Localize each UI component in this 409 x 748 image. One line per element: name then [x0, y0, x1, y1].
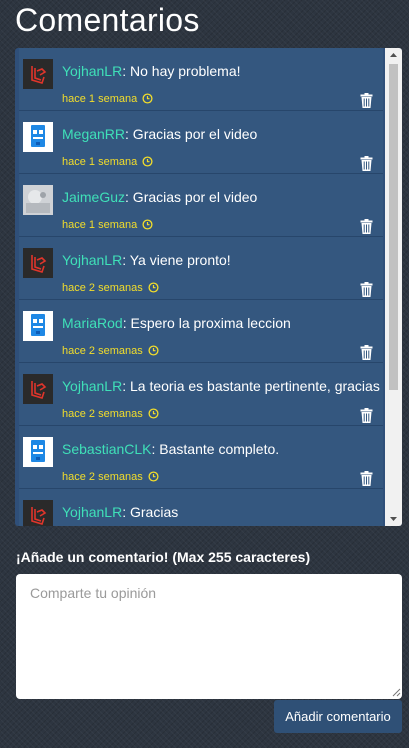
- comment-timestamp: hace 1 semana: [62, 93, 153, 105]
- clock-icon: [142, 93, 153, 104]
- comment-username[interactable]: YojhanLR: [62, 252, 122, 268]
- comment-item: YojhanLR: Gracias: [19, 489, 383, 526]
- clock-icon: [142, 156, 153, 167]
- comment-text: YojhanLR: No hay problema!: [62, 63, 241, 79]
- trash-icon[interactable]: [360, 156, 373, 171]
- clock-icon: [148, 282, 159, 293]
- resize-grip-icon[interactable]: [392, 688, 401, 697]
- comment-timestamp: hace 2 semanas: [62, 408, 159, 420]
- comment-body: : Gracias por el video: [125, 189, 258, 205]
- comment-timestamp: hace 2 semanas: [62, 471, 159, 483]
- comment-body: : Gracias: [122, 504, 179, 520]
- submit-comment-button[interactable]: Añadir comentario: [274, 700, 402, 733]
- avatar: [23, 59, 53, 89]
- clock-icon: [148, 345, 159, 356]
- comment-text: YojhanLR: La teoria es bastante pertinen…: [62, 378, 380, 394]
- comment-item: YojhanLR: No hay problema! hace 1 semana: [19, 48, 383, 111]
- comment-text: YojhanLR: Ya viene pronto!: [62, 252, 231, 268]
- comment-text: MeganRR: Gracias por el video: [62, 126, 257, 142]
- comment-username[interactable]: JaimeGuz: [62, 189, 125, 205]
- avatar: [23, 311, 53, 341]
- comment-item: MeganRR: Gracias por el video hace 1 sema…: [19, 111, 383, 174]
- comment-username[interactable]: SebastianCLK: [62, 441, 152, 457]
- comment-text: MariaRod: Espero la proxima leccion: [62, 315, 291, 331]
- page-title: Comentarios: [15, 2, 200, 38]
- comment-textarea[interactable]: [16, 574, 402, 699]
- comments-list: YojhanLR: No hay problema! hace 1 semana M…: [15, 48, 385, 526]
- avatar: [23, 185, 53, 215]
- clock-icon: [142, 219, 153, 230]
- trash-icon[interactable]: [360, 471, 373, 486]
- trash-icon[interactable]: [360, 93, 373, 108]
- scrollbar[interactable]: [385, 48, 402, 526]
- comment-username[interactable]: YojhanLR: [62, 63, 122, 79]
- timestamp-text: hace 2 semanas: [62, 282, 143, 294]
- comment-username[interactable]: YojhanLR: [62, 504, 122, 520]
- comment-body: : Ya viene pronto!: [122, 252, 231, 268]
- comment-timestamp: hace 1 semana: [62, 219, 153, 231]
- comment-timestamp: hace 1 semana: [62, 156, 153, 168]
- comment-body: : Gracias por el video: [125, 126, 258, 142]
- avatar: [23, 248, 53, 278]
- avatar: [23, 122, 53, 152]
- avatar: [23, 374, 53, 404]
- comment-text: YojhanLR: Gracias: [62, 504, 178, 520]
- avatar: [23, 437, 53, 467]
- scroll-down-arrow-icon[interactable]: [385, 512, 402, 526]
- timestamp-text: hace 1 semana: [62, 156, 138, 168]
- timestamp-text: hace 1 semana: [62, 219, 138, 231]
- clock-icon: [148, 471, 159, 482]
- comment-text: JaimeGuz: Gracias por el video: [62, 189, 257, 205]
- timestamp-text: hace 1 semana: [62, 93, 138, 105]
- comment-item: YojhanLR: La teoria es bastante pertinen…: [19, 363, 383, 426]
- comment-text: SebastianCLK: Bastante completo.: [62, 441, 279, 457]
- comment-item: JaimeGuz: Gracias por el video hace 1 sem…: [19, 174, 383, 237]
- scroll-thumb[interactable]: [389, 64, 398, 390]
- avatar: [23, 500, 53, 526]
- comment-username[interactable]: MariaRod: [62, 315, 123, 331]
- trash-icon[interactable]: [360, 219, 373, 234]
- clock-icon: [148, 408, 159, 419]
- trash-icon[interactable]: [360, 345, 373, 360]
- timestamp-text: hace 2 semanas: [62, 408, 143, 420]
- add-comment-label: ¡Añade un comentario! (Max 255 caractere…: [16, 549, 311, 565]
- timestamp-text: hace 2 semanas: [62, 345, 143, 357]
- scroll-up-arrow-icon[interactable]: [385, 48, 402, 62]
- trash-icon[interactable]: [360, 408, 373, 423]
- comment-item: YojhanLR: Ya viene pronto! hace 2 semanas: [19, 237, 383, 300]
- trash-icon[interactable]: [360, 282, 373, 297]
- comment-body: : Bastante completo.: [151, 441, 280, 457]
- comment-item: MariaRod: Espero la proxima leccion hace …: [19, 300, 383, 363]
- comment-item: SebastianCLK: Bastante completo. hace 2 s…: [19, 426, 383, 489]
- comment-body: : No hay problema!: [122, 63, 241, 79]
- comment-username[interactable]: YojhanLR: [62, 378, 122, 394]
- comment-username[interactable]: MeganRR: [62, 126, 125, 142]
- comments-panel[interactable]: YojhanLR: No hay problema! hace 1 semana M…: [15, 48, 402, 526]
- comment-body: : Espero la proxima leccion: [122, 315, 291, 331]
- timestamp-text: hace 2 semanas: [62, 471, 143, 483]
- comment-timestamp: hace 2 semanas: [62, 345, 159, 357]
- comment-timestamp: hace 2 semanas: [62, 282, 159, 294]
- comment-body: : La teoria es bastante pertinente, grac…: [122, 378, 380, 394]
